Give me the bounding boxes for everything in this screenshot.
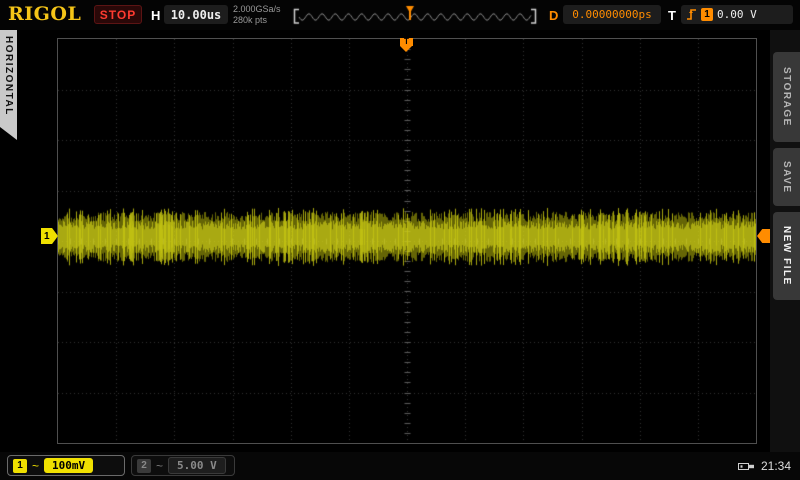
tab-horizontal-label: HORIZONTAL — [3, 36, 14, 116]
channel2-scale: 5.00 V — [168, 457, 226, 474]
trigger-source-badge: 1 — [701, 8, 713, 21]
channel1-badge[interactable]: 1 ~ 100mV — [7, 455, 125, 476]
memory-depth: 280k pts — [233, 15, 268, 25]
menu-item-storage-label: STORAGE — [781, 67, 792, 127]
channel1-scale: 100mV — [44, 458, 94, 473]
menu-item-save-label: SAVE — [781, 160, 792, 194]
usb-icon — [737, 462, 754, 470]
bottom-status-bar: 1 ~ 100mV 2 ~ 5.00 V 21:34 — [0, 452, 800, 480]
channel1-coupling-icon: ~ — [32, 458, 40, 473]
memory-position-strip[interactable] — [292, 5, 538, 25]
trigger-position-marker[interactable]: T — [400, 38, 413, 52]
trigger-position-flag: T — [400, 38, 413, 46]
clock-area: 21:34 — [737, 459, 791, 473]
menu-item-save[interactable]: SAVE — [773, 148, 800, 206]
run-stop-status[interactable]: STOP — [94, 5, 142, 24]
channel1-number: 1 — [13, 458, 27, 473]
waveform-display — [57, 38, 757, 444]
delay-label: D — [549, 8, 559, 23]
rigol-logo: RIGOL — [8, 3, 82, 25]
channel1-ground-marker[interactable]: 1 — [41, 228, 58, 244]
channel2-number: 2 — [137, 458, 151, 473]
channel2-badge[interactable]: 2 ~ 5.00 V — [131, 455, 235, 476]
menu-item-storage[interactable]: STORAGE — [773, 52, 800, 142]
menu-item-new-file-label: NEW FILE — [781, 226, 792, 286]
top-status-bar: RIGOL STOP H 10.00us 2.000GSa/s 280k pts… — [0, 0, 800, 30]
trigger-position-arrow-icon — [400, 46, 412, 52]
horizontal-label: H — [151, 8, 161, 23]
rising-edge-icon — [687, 9, 696, 20]
tab-horizontal-menu[interactable]: HORIZONTAL — [0, 30, 17, 140]
channel2-coupling-icon: ~ — [156, 458, 164, 473]
trigger-delay-readout[interactable]: 0.00000000ps — [563, 5, 661, 24]
clock-time: 21:34 — [760, 459, 791, 473]
trigger-label: T — [668, 8, 676, 23]
menu-item-new-file[interactable]: NEW FILE — [773, 212, 800, 300]
sample-rate: 2.000GSa/s — [233, 4, 281, 14]
timebase-readout[interactable]: 10.00us — [164, 5, 228, 24]
trigger-level-value: 0.00 V — [717, 8, 757, 21]
acquisition-info: 2.000GSa/s 280k pts — [233, 4, 281, 26]
trigger-readout[interactable]: 1 0.00 V — [681, 5, 793, 24]
